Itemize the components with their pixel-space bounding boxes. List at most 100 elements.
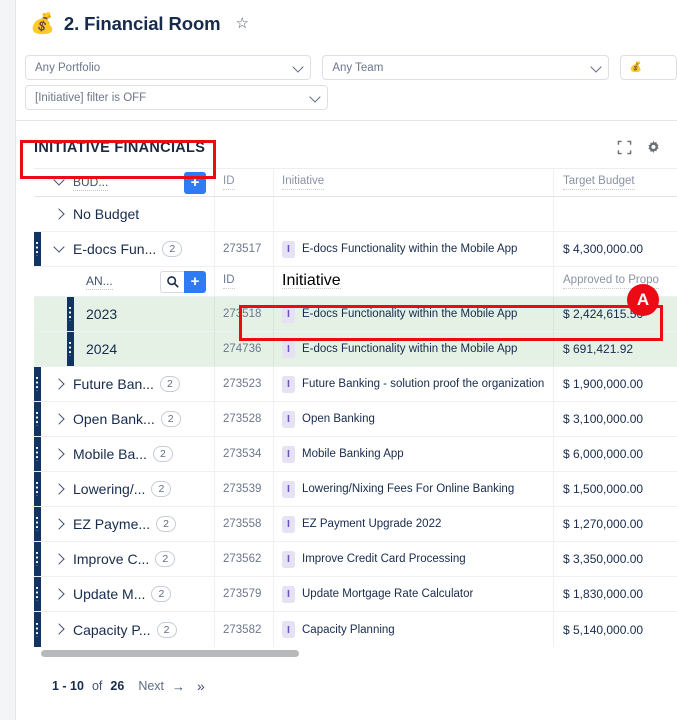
page-title: 2. Financial Room — [63, 12, 221, 34]
initiative-cell: I Improve Credit Card Processing — [274, 542, 554, 576]
group-name: No Budget — [73, 206, 140, 222]
search-icon[interactable] — [160, 270, 184, 293]
group-cell[interactable]: E-docs Fun... 2 — [34, 232, 215, 266]
horizontal-scrollbar[interactable] — [34, 647, 677, 660]
approved-to-propose-column-header[interactable]: Approved to Propo — [554, 267, 677, 296]
next-page-arrow-icon[interactable]: → — [172, 679, 185, 694]
chevron-right-icon[interactable] — [54, 449, 65, 460]
chevron-right-icon[interactable] — [54, 554, 65, 565]
row-drag-handle[interactable] — [34, 577, 41, 611]
initiative-column-header[interactable]: Initiative — [274, 169, 554, 196]
filter-overflow-select[interactable]: 💰 — [619, 55, 677, 80]
initiative-cell: I E-docs Functionality within the Mobile… — [274, 297, 554, 331]
row-drag-handle[interactable] — [34, 367, 41, 401]
group-cell[interactable]: Capacity P... 2 — [34, 612, 215, 647]
id-column-header[interactable]: ID — [215, 169, 274, 196]
group-cell[interactable]: Improve C... 2 — [34, 542, 215, 576]
table-row[interactable]: Update M... 2 273579 I Update Mortgage R… — [34, 577, 677, 612]
initiative-badge-icon: I — [282, 480, 295, 498]
card-title: INITIATIVE FINANCIALS — [34, 140, 206, 156]
nested-id-column-header[interactable]: ID — [215, 267, 274, 296]
money-bag-icon: 💰 — [30, 12, 55, 35]
row-drag-handle[interactable] — [34, 402, 41, 436]
scrollbar-thumb[interactable] — [41, 650, 299, 657]
id-cell: 273582 — [215, 612, 274, 647]
nested-initiative-column-header[interactable]: Initiative — [274, 267, 554, 296]
filter-portfolio-select[interactable]: Any Portfolio — [25, 55, 312, 80]
chevron-down-icon[interactable] — [54, 244, 65, 255]
nested-group-column-label: AN... — [86, 273, 113, 290]
id-cell: 273518 — [215, 297, 274, 331]
chevron-right-icon[interactable] — [54, 519, 65, 530]
table-row[interactable]: No Budget — [34, 197, 677, 232]
row-drag-handle[interactable] — [67, 332, 74, 366]
table-row[interactable]: Mobile Ba... 2 273534 I Mobile Banking A… — [34, 437, 677, 472]
initiative-cell: I Mobile Banking App — [274, 437, 554, 471]
filter-team-select[interactable]: Any Team — [322, 55, 609, 80]
fullscreen-icon[interactable] — [617, 140, 632, 155]
amount-cell: $ 5,140,000.00 — [563, 622, 644, 637]
chevron-right-icon[interactable] — [54, 379, 65, 390]
target-budget-column-header[interactable]: Target Budget — [554, 169, 677, 196]
row-drag-handle[interactable] — [34, 437, 41, 471]
initiative-badge-icon: I — [282, 445, 295, 463]
year-cell: 2023 — [34, 297, 215, 331]
row-drag-handle[interactable] — [34, 612, 41, 647]
table-row[interactable]: Open Bank... 2 273528 I Open Banking $ 3… — [34, 402, 677, 437]
table-row[interactable]: Lowering/... 2 273539 I Lowering/Nixing … — [34, 472, 677, 507]
initiative-badge-icon: I — [282, 621, 295, 638]
group-cell[interactable]: Mobile Ba... 2 — [34, 437, 215, 471]
chevron-right-icon[interactable] — [54, 414, 65, 425]
group-cell[interactable]: No Budget — [34, 197, 215, 231]
last-page-icon[interactable]: » — [197, 678, 205, 694]
nested-initiative-column-label: Initiative — [282, 272, 341, 289]
pagination-total: 26 — [110, 679, 125, 693]
row-drag-handle[interactable] — [34, 507, 41, 541]
gear-icon[interactable] — [646, 140, 661, 155]
chevron-down-icon[interactable] — [54, 177, 65, 188]
chevron-right-icon[interactable] — [54, 209, 65, 220]
group-cell[interactable]: Update M... 2 — [34, 577, 215, 611]
group-cell[interactable]: Open Bank... 2 — [34, 402, 215, 436]
id-cell: 273534 — [215, 437, 274, 471]
group-count-badge: 2 — [162, 241, 183, 257]
amount-cell: $ 691,421.92 — [563, 342, 634, 356]
nested-group-column-header[interactable]: AN... + — [34, 267, 215, 296]
money-bag-icon: 💰 — [629, 62, 643, 73]
table-row[interactable]: Future Ban... 2 273523 I Future Banking … — [34, 367, 677, 402]
chevron-right-icon[interactable] — [54, 589, 65, 600]
chevron-right-icon[interactable] — [54, 484, 65, 495]
id-cell: 273539 — [215, 472, 274, 506]
add-nested-group-button[interactable]: + — [184, 270, 206, 293]
group-count-badge: 2 — [160, 411, 181, 427]
target-budget-column-label: Target Budget — [563, 175, 635, 190]
annotation-badge-a: A — [627, 284, 659, 316]
initiative-name: Future Banking - solution proof the orga… — [302, 378, 545, 390]
year-label: 2023 — [86, 306, 118, 322]
group-count-badge: 2 — [151, 586, 172, 602]
table-row[interactable]: Improve C... 2 273562 I Improve Credit C… — [34, 542, 677, 577]
row-drag-handle[interactable] — [67, 297, 74, 331]
amount-cell — [554, 197, 677, 231]
row-drag-handle[interactable] — [34, 232, 41, 266]
filter-initiative-select[interactable]: [Initiative] filter is OFF — [25, 85, 328, 110]
chevron-right-icon[interactable] — [54, 624, 65, 635]
next-page-button[interactable]: Next — [138, 679, 164, 693]
initiative-badge-icon: I — [282, 240, 295, 258]
table-row[interactable]: 2024 274736 I E-docs Functionality withi… — [34, 332, 677, 367]
table-row[interactable]: EZ Payme... 2 273558 I EZ Payment Upgrad… — [34, 507, 677, 542]
group-cell[interactable]: Future Ban... 2 — [34, 367, 215, 401]
add-group-button[interactable]: + — [184, 171, 206, 194]
group-cell[interactable]: Lowering/... 2 — [34, 472, 215, 506]
favorite-star-icon[interactable]: ☆ — [236, 16, 249, 31]
group-column-header[interactable]: BUD... + — [34, 169, 215, 196]
group-cell[interactable]: EZ Payme... 2 — [34, 507, 215, 541]
table-row[interactable]: Capacity P... 2 273582 I Capacity Planni… — [34, 612, 677, 647]
table-row[interactable]: E-docs Fun... 2 273517 I E-docs Function… — [34, 232, 677, 267]
row-drag-handle[interactable] — [34, 472, 41, 506]
row-drag-handle[interactable] — [34, 542, 41, 576]
year-cell: 2024 — [34, 332, 215, 366]
nested-id-column-label: ID — [223, 274, 235, 289]
table-row[interactable]: 2023 273518 I E-docs Functionality withi… — [34, 297, 677, 332]
initiative-cell: I E-docs Functionality within the Mobile… — [274, 332, 554, 366]
